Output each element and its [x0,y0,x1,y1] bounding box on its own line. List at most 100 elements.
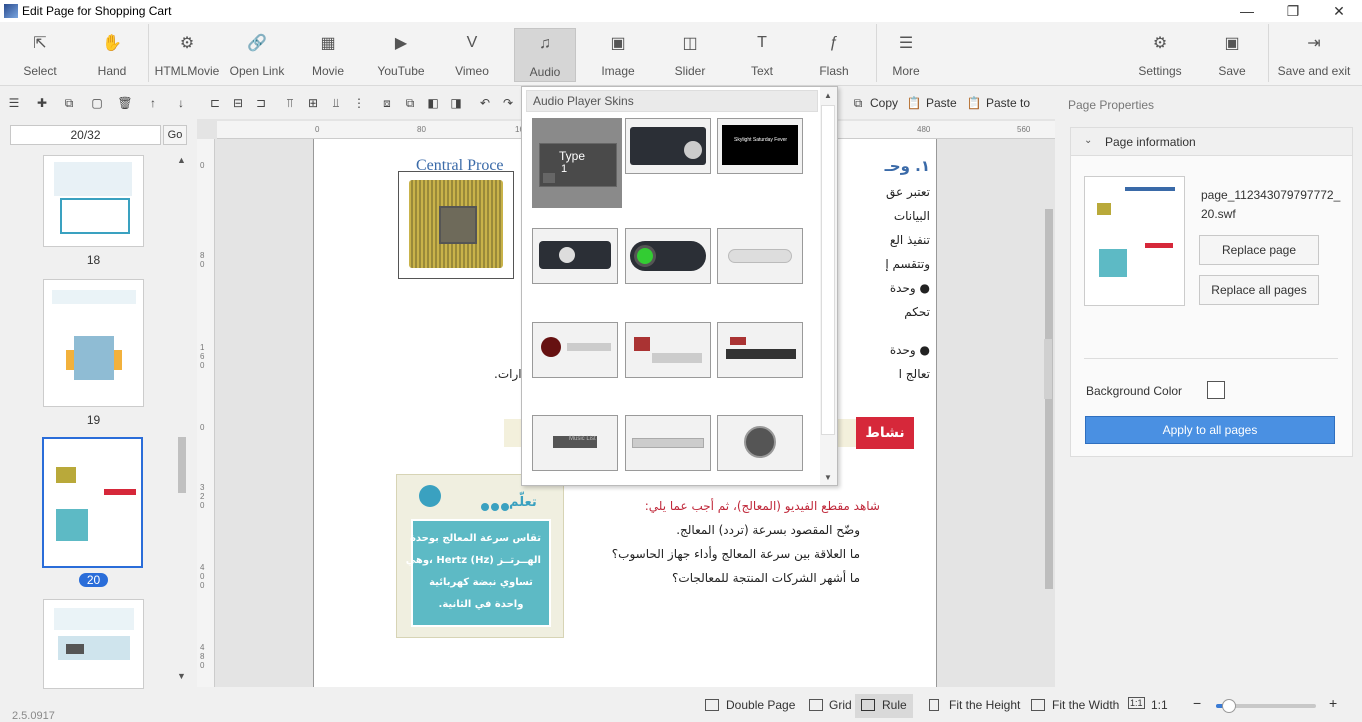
align-middle-icon[interactable]: ⊞ [306,96,320,110]
audio-skin-green-dial[interactable] [625,228,711,284]
thumbnail-scrollbar[interactable] [178,437,186,493]
paste-button[interactable]: Paste [926,96,957,110]
replace-all-pages-button[interactable]: Replace all pages [1199,275,1319,305]
section-header[interactable]: ⌄ Page information [1071,128,1352,156]
apply-to-all-pages-button[interactable]: Apply to all pages [1085,416,1335,444]
actual-size-button[interactable]: 1:1 [1151,698,1168,712]
undo-icon[interactable]: ↶ [478,96,492,110]
tool-slider[interactable]: ◫ Slider [658,28,722,82]
zoom-out-button[interactable]: − [1193,695,1201,711]
tool-image[interactable]: ▣ Image [586,28,650,82]
bring-front-icon[interactable]: ⧈ [380,96,394,110]
audio-skin-grey-mini[interactable]: Music List [532,415,618,471]
rule-toggle[interactable]: Rule [882,698,907,712]
audio-skin-black-screen[interactable]: Skylight Saturday Fever [717,118,803,174]
ruler-tick: 3 2 0 [200,483,205,510]
zoom-slider-knob[interactable] [1222,699,1236,713]
fit-width-button[interactable]: Fit the Width [1052,698,1119,712]
page-number-input[interactable]: 20/32 [10,125,161,145]
scroll-down-arrow[interactable]: ▼ [177,671,186,681]
audio-skin-slim-silver[interactable] [717,228,803,284]
copy-pages-icon[interactable]: ⧉ [62,96,76,110]
replace-page-button[interactable]: Replace page [1199,235,1319,265]
tool-text[interactable]: T Text [730,28,794,82]
text-icon: T [757,34,767,51]
paste-to-icon[interactable]: 📋 [967,96,982,110]
audio-skin-tiny-dark[interactable] [717,322,803,378]
cpu-image[interactable] [398,171,514,279]
align-center-icon[interactable]: ⊟ [231,96,245,110]
title-bar: Edit Page for Shopping Cart — ❐ ✕ [0,0,1362,22]
tool-save[interactable]: ▣ Save [1200,28,1264,82]
grid-toggle[interactable]: Grid [829,698,852,712]
ruler-icon [861,699,875,711]
page-thumbnail-18[interactable] [43,155,144,247]
add-page-icon[interactable]: ✚ [35,96,49,110]
align-top-icon[interactable]: ⫪ [283,96,297,110]
align-bottom-icon[interactable]: ⫫ [329,96,343,110]
popup-scroll-thumb[interactable] [821,105,835,435]
minimize-button[interactable]: — [1224,0,1270,22]
ruler-tick: 0 [200,423,205,432]
tool-youtube[interactable]: ▶ YouTube [368,28,434,82]
audio-skin-round-dark[interactable] [532,228,618,284]
collapse-right-handle[interactable] [1044,339,1052,399]
double-page-toggle[interactable]: Double Page [726,698,795,712]
tool-save-and-exit[interactable]: ⇥ Save and exit [1272,28,1356,82]
tool-label: Save [1218,64,1246,78]
send-backward-icon[interactable]: ◧ [426,96,440,110]
background-color-swatch[interactable] [1207,381,1225,399]
audio-skin-circle-knob[interactable] [717,415,803,471]
tool-more[interactable]: ☰ More [874,28,938,82]
scroll-up-arrow[interactable]: ▲ [177,155,186,165]
align-left-icon[interactable]: ⊏ [208,96,222,110]
send-back-icon[interactable]: ◨ [449,96,463,110]
page-thumbnail-20[interactable] [42,437,143,568]
move-up-icon[interactable]: ↑ [146,96,160,110]
activity-tag: نشاط [856,417,914,449]
tool-htmlmovie[interactable]: ⚙ HTMLMovie [152,28,222,82]
tool-hand[interactable]: ✋ Hand [80,28,144,82]
align-right-icon[interactable]: ⊐ [254,96,268,110]
duplicate-icon[interactable]: ▢ [90,96,104,110]
go-button[interactable]: Go [163,125,187,145]
popup-scroll-down[interactable]: ▼ [824,473,832,482]
fit-height-button[interactable]: Fit the Height [949,698,1020,712]
page-label-18: 18 [86,253,101,267]
close-button[interactable]: ✕ [1316,0,1362,22]
audio-skin-dark-silver[interactable] [625,118,711,174]
redo-icon[interactable]: ↷ [501,96,515,110]
paste-icon[interactable]: 📋 [907,96,922,110]
distribute-icon[interactable]: ⋮ [352,96,366,110]
zoom-in-button[interactable]: + [1329,695,1337,711]
copy-button[interactable]: Copy [870,96,898,110]
tool-audio[interactable]: ♫ Audio [514,28,576,82]
youtube-icon: ▶ [394,35,408,52]
audio-skin-type-1[interactable]: Type 1 [532,118,622,208]
hand-icon: ✋ [102,35,122,52]
tool-select[interactable]: ⇱ Select [8,28,72,82]
move-down-icon[interactable]: ↓ [174,96,188,110]
list-icon[interactable]: ☰ [7,96,21,110]
page-thumbnail-21[interactable] [43,599,144,689]
audio-skin-grey-bar[interactable] [625,415,711,471]
paste-to-button[interactable]: Paste to [986,96,1030,110]
learn-box: تعلّم تقاس سرعة المعالج بوحدة الهــرتــز… [396,474,564,638]
canvas-scrollbar[interactable] [1045,209,1053,589]
audio-skin-album-art[interactable] [625,322,711,378]
delete-page-icon[interactable]: 🗑 [117,96,132,110]
audio-skin-vinyl[interactable] [532,322,618,378]
copy-icon[interactable]: ⧉ [851,96,865,110]
maximize-button[interactable]: ❐ [1270,0,1316,22]
popup-scroll-up[interactable]: ▲ [824,91,832,100]
tool-flash[interactable]: ƒ Flash [802,28,866,82]
page-thumbnail-19[interactable] [43,279,144,407]
tool-movie[interactable]: ▦ Movie [296,28,360,82]
tool-label: Slider [674,64,706,78]
more-icon: ☰ [898,35,914,52]
skin-screen-text: Skylight Saturday Fever [734,137,788,143]
bring-forward-icon[interactable]: ⧉ [403,96,417,110]
tool-open-link[interactable]: 🔗 Open Link [224,28,290,82]
tool-settings[interactable]: ⚙ Settings [1128,28,1192,82]
tool-vimeo[interactable]: V Vimeo [440,28,504,82]
